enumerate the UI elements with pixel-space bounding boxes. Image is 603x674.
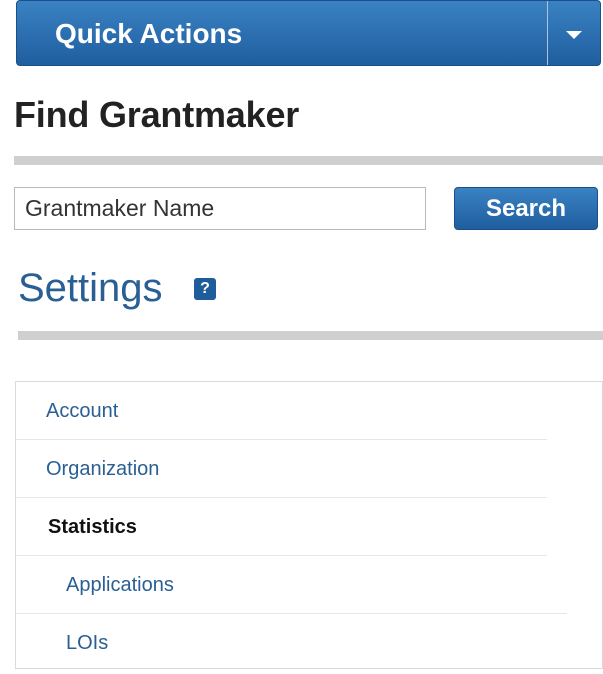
grantmaker-name-input[interactable] — [14, 187, 426, 230]
settings-title: Settings — [18, 266, 163, 310]
settings-menu-item-account[interactable]: Account — [16, 382, 547, 440]
chevron-down-icon — [566, 31, 582, 39]
section-divider — [18, 331, 603, 340]
section-divider — [14, 156, 603, 165]
quick-actions-label[interactable]: Quick Actions — [17, 1, 547, 65]
menu-link-organization[interactable]: Organization — [46, 458, 159, 480]
settings-menu: Account Organization Statistics Applicat… — [15, 381, 603, 669]
menu-link-lois[interactable]: LOIs — [66, 632, 108, 654]
menu-link-applications[interactable]: Applications — [66, 574, 174, 596]
settings-menu-item-lois[interactable]: LOIs — [16, 614, 567, 672]
help-icon[interactable]: ? — [194, 278, 216, 300]
search-button[interactable]: Search — [454, 187, 598, 230]
quick-actions-button[interactable]: Quick Actions — [16, 0, 601, 66]
find-grantmaker-title: Find Grantmaker — [14, 94, 300, 135]
quick-actions-dropdown-toggle[interactable] — [547, 1, 600, 65]
settings-menu-item-organization[interactable]: Organization — [16, 440, 547, 498]
menu-link-account[interactable]: Account — [46, 400, 118, 422]
settings-menu-item-statistics[interactable]: Statistics — [16, 498, 547, 556]
settings-menu-item-applications[interactable]: Applications — [16, 556, 567, 614]
